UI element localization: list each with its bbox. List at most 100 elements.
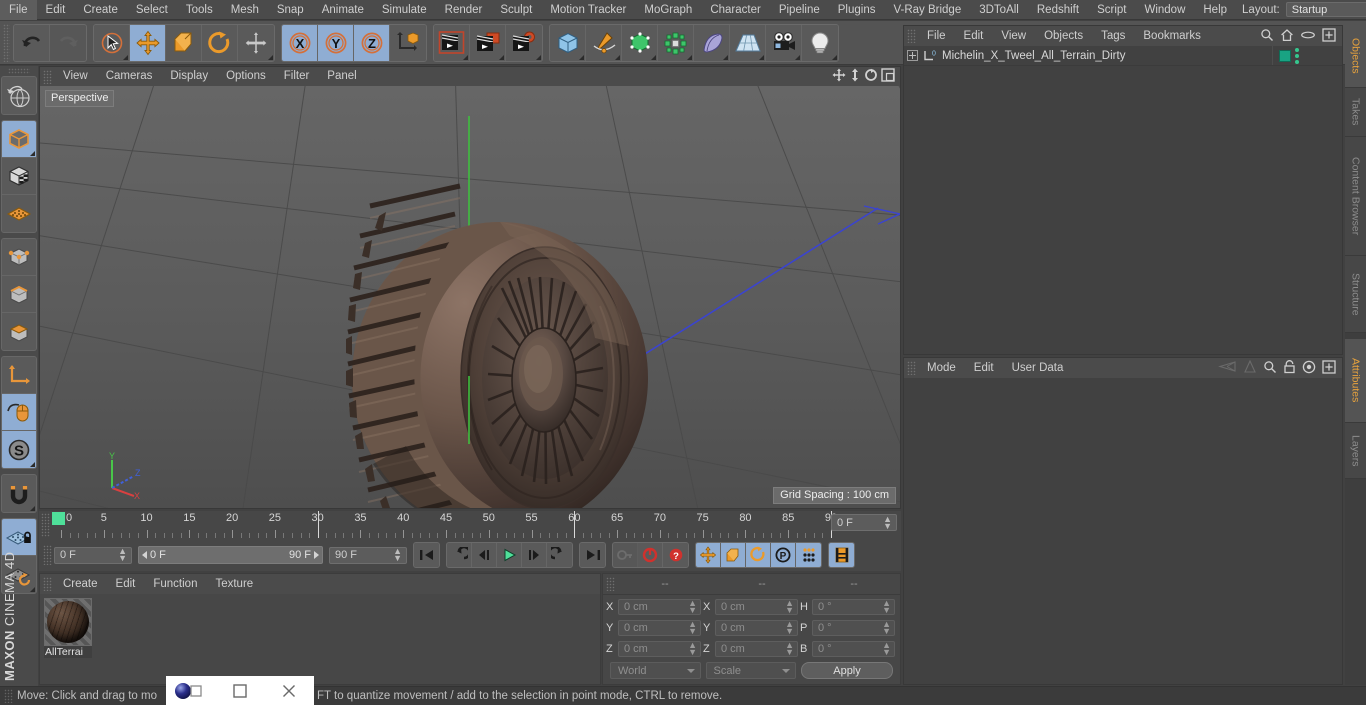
- expand-toggle-icon[interactable]: [907, 50, 918, 61]
- spinner-icon[interactable]: ▲ ▼: [393, 547, 402, 563]
- render-settings-button[interactable]: [506, 24, 542, 61]
- menu-item-plugins[interactable]: Plugins: [829, 0, 885, 20]
- range-right-handle-icon[interactable]: [314, 551, 319, 559]
- viewport-maximize-icon[interactable]: [881, 68, 895, 85]
- step-forward-button[interactable]: [522, 543, 547, 567]
- step-back-button[interactable]: [472, 543, 497, 567]
- spinner-icon[interactable]: ▲ ▼: [688, 641, 697, 657]
- render-to-picture-viewer-button[interactable]: [470, 24, 506, 61]
- redo-button[interactable]: [50, 24, 86, 61]
- menu-item-window[interactable]: Window: [1135, 0, 1194, 20]
- timeline-ruler[interactable]: 051015202530354045505560657075808590: [52, 511, 837, 538]
- edge-mode-button[interactable]: [2, 276, 36, 313]
- timeline-grip[interactable]: [41, 513, 50, 537]
- rotation-key-button[interactable]: [746, 543, 771, 567]
- viewport-menu-filter[interactable]: Filter: [275, 67, 319, 86]
- menu-item-motion-tracker[interactable]: Motion Tracker: [541, 0, 635, 20]
- rot-b-input[interactable]: 0 ° ▲ ▼: [812, 641, 895, 657]
- tab-objects[interactable]: Objects: [1345, 25, 1366, 88]
- viewport-menu-display[interactable]: Display: [161, 67, 217, 86]
- material-menu-edit[interactable]: Edit: [107, 574, 145, 594]
- point-level-animation-button[interactable]: [796, 543, 821, 567]
- material-panel-grip[interactable]: [43, 577, 52, 591]
- lock-icon[interactable]: [1283, 359, 1296, 377]
- tag-handles-icon[interactable]: [1295, 47, 1299, 64]
- viewport-dolly-icon[interactable]: [849, 68, 861, 85]
- previous-object-icon[interactable]: [1217, 360, 1237, 376]
- lock-z-axis[interactable]: Z: [354, 24, 390, 61]
- timeline-control-grip[interactable]: [43, 545, 52, 565]
- point-mode-button[interactable]: [2, 239, 36, 276]
- size-z-input[interactable]: 0 cm ▲ ▼: [715, 641, 798, 657]
- render-view-button[interactable]: [434, 24, 470, 61]
- material-menu-create[interactable]: Create: [54, 574, 107, 594]
- object-menu-edit[interactable]: Edit: [955, 26, 993, 46]
- menu-item-render[interactable]: Render: [436, 0, 492, 20]
- spinner-icon[interactable]: ▲ ▼: [882, 620, 891, 636]
- pos-z-input[interactable]: 0 cm ▲ ▼: [618, 641, 701, 657]
- toolbar-grip[interactable]: [3, 23, 10, 62]
- menu-item-character[interactable]: Character: [701, 0, 770, 20]
- magnet-tool-button[interactable]: [2, 475, 36, 512]
- position-key-button[interactable]: [696, 543, 721, 567]
- menu-item-pipeline[interactable]: Pipeline: [770, 0, 829, 20]
- menu-item-snap[interactable]: Snap: [268, 0, 313, 20]
- spinner-icon[interactable]: ▲ ▼: [785, 599, 794, 615]
- autokeying-button[interactable]: [638, 543, 663, 567]
- spinner-icon[interactable]: ▲ ▼: [688, 599, 697, 615]
- tab-attributes[interactable]: Attributes: [1345, 339, 1366, 423]
- texture-mode-button[interactable]: [2, 158, 36, 195]
- next-object-icon[interactable]: [1243, 359, 1257, 376]
- add-spline-button[interactable]: [586, 24, 622, 61]
- spinner-icon[interactable]: ▲ ▼: [118, 547, 127, 563]
- lock-y-axis[interactable]: Y: [318, 24, 354, 61]
- add-light-button[interactable]: [802, 24, 838, 61]
- menu-item-mograph[interactable]: MoGraph: [635, 0, 701, 20]
- viewport-pan-icon[interactable]: [832, 68, 846, 85]
- attributes-menu-mode[interactable]: Mode: [918, 358, 965, 378]
- parameter-key-button[interactable]: P: [771, 543, 796, 567]
- close-window-icon[interactable]: [265, 676, 314, 705]
- add-floor-button[interactable]: [730, 24, 766, 61]
- viewport-rotate-icon[interactable]: [864, 68, 878, 85]
- object-menu-file[interactable]: File: [918, 26, 955, 46]
- add-deformer-button[interactable]: [694, 24, 730, 61]
- rot-h-input[interactable]: 0 ° ▲ ▼: [812, 599, 895, 615]
- tab-content-browser[interactable]: Content Browser: [1345, 137, 1366, 256]
- add-generator-button[interactable]: [622, 24, 658, 61]
- viewport-menu-options[interactable]: Options: [217, 67, 275, 86]
- menu-item-edit[interactable]: Edit: [37, 0, 75, 20]
- move-tool[interactable]: [130, 24, 166, 61]
- current-frame-marker[interactable]: [52, 512, 65, 525]
- object-menu-bookmarks[interactable]: Bookmarks: [1134, 26, 1210, 46]
- pos-y-input[interactable]: 0 cm ▲ ▼: [618, 620, 701, 636]
- spinner-icon[interactable]: ▲ ▼: [688, 620, 697, 636]
- start-frame-field[interactable]: 0 F ▲ ▼: [54, 546, 132, 564]
- lock-x-axis[interactable]: X: [282, 24, 318, 61]
- play-button[interactable]: [497, 543, 522, 567]
- tab-takes[interactable]: Takes: [1345, 88, 1366, 137]
- object-manager-grip[interactable]: [907, 29, 916, 43]
- object-menu-view[interactable]: View: [992, 26, 1035, 46]
- material-menu-function[interactable]: Function: [144, 574, 206, 594]
- left-palette-grip[interactable]: [8, 68, 30, 74]
- spinner-icon[interactable]: ▲ ▼: [883, 514, 892, 530]
- attributes-menu-edit[interactable]: Edit: [965, 358, 1003, 378]
- spinner-icon[interactable]: ▲ ▼: [785, 620, 794, 636]
- spinner-icon[interactable]: ▲ ▼: [882, 641, 891, 657]
- menu-item-3dtoall[interactable]: 3DToAll: [970, 0, 1028, 20]
- add-array-button[interactable]: [658, 24, 694, 61]
- viewport-canvas[interactable]: Perspective Grid Spacing : 100 cm Y X Z: [40, 86, 900, 508]
- menu-item-mesh[interactable]: Mesh: [222, 0, 268, 20]
- material-thumbnail[interactable]: [44, 598, 92, 646]
- tab-structure[interactable]: Structure: [1345, 256, 1366, 333]
- transform-mode-select[interactable]: Scale: [705, 662, 796, 679]
- go-to-start-button[interactable]: [414, 543, 439, 567]
- polygon-mode-button[interactable]: [2, 313, 36, 350]
- layout-select[interactable]: Startup: [1285, 2, 1366, 17]
- menu-item-animate[interactable]: Animate: [313, 0, 373, 20]
- object-menu-objects[interactable]: Objects: [1035, 26, 1092, 46]
- status-bar-grip[interactable]: [4, 689, 13, 703]
- search-icon[interactable]: [1260, 28, 1274, 45]
- current-frame-field[interactable]: 0 F ▲ ▼: [831, 514, 897, 531]
